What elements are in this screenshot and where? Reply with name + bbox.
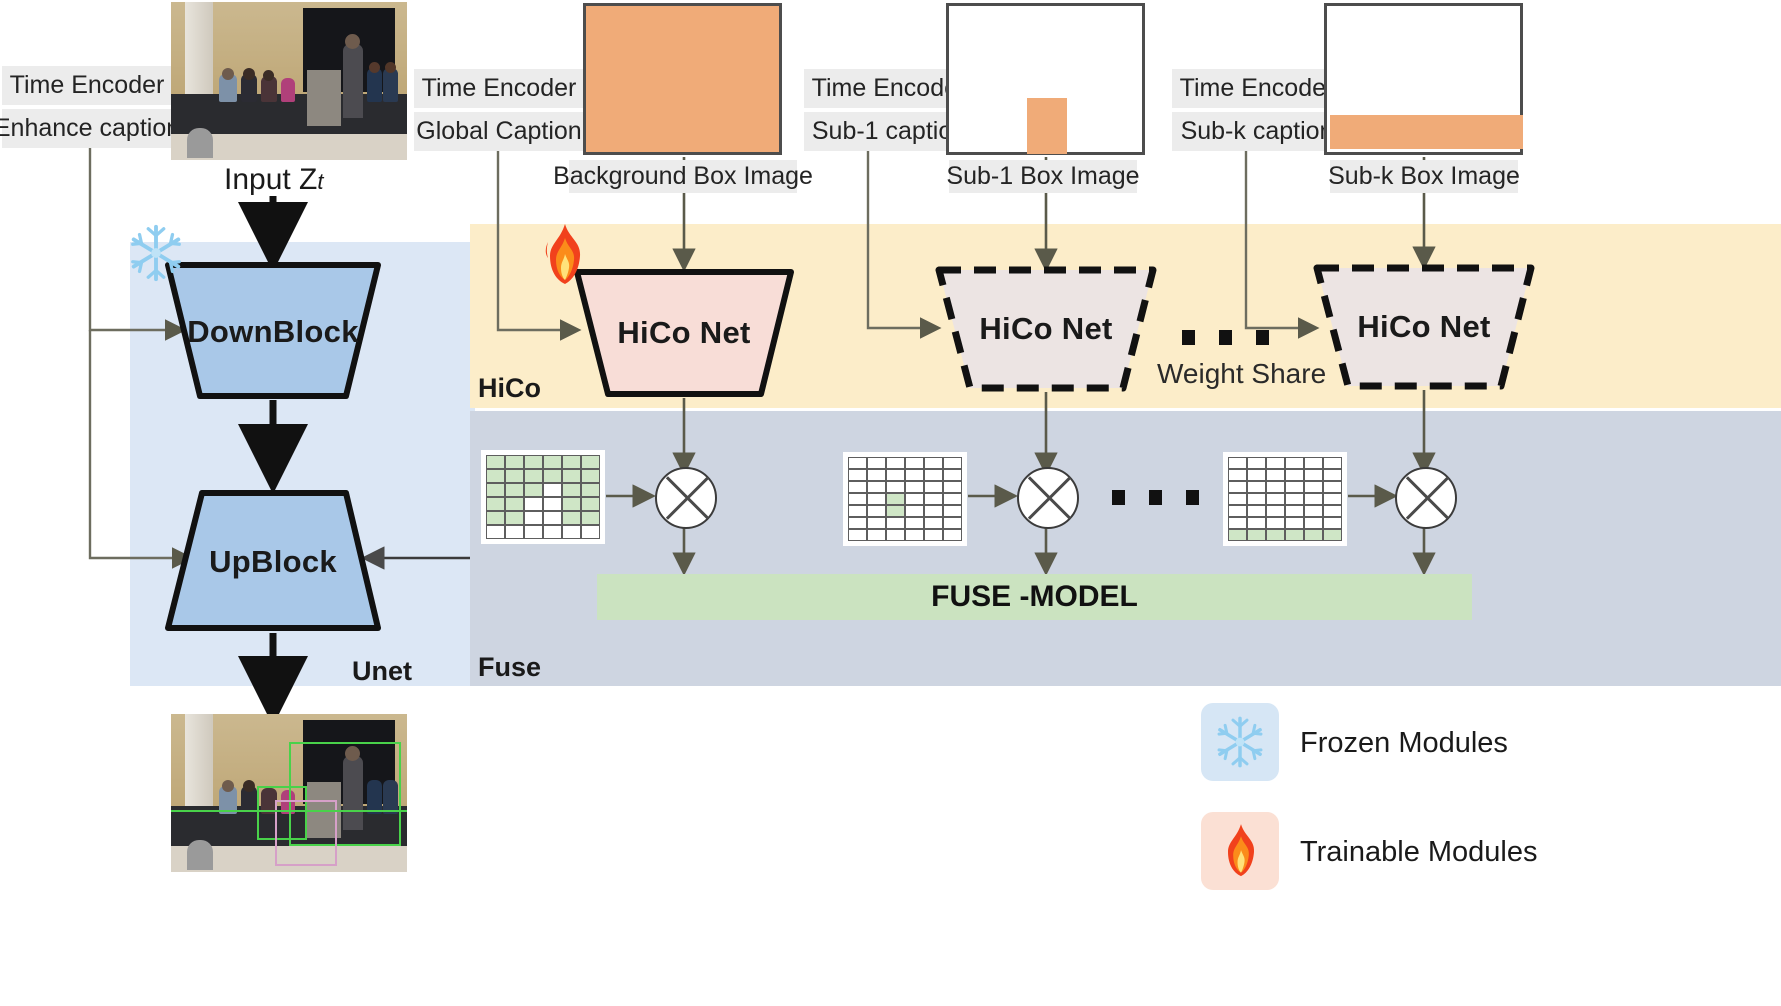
input-image-thumbnail (171, 2, 407, 160)
background-box-image-caption: Background Box Image (553, 160, 813, 193)
time-encoder-chip-enhance: Time Encoder (2, 66, 172, 105)
multiply-operator-subk (1395, 467, 1457, 529)
input-zt-label: Input Zt (224, 163, 324, 197)
sub1-box-image (946, 3, 1145, 155)
fuse-region-label: Fuse (478, 652, 542, 682)
enhance-caption-chip: Enhance caption (0, 109, 180, 148)
subk-caption-chip: Sub-k caption (1172, 112, 1342, 151)
upblock-node[interactable]: UpBlock (160, 490, 386, 634)
fire-icon (534, 222, 596, 288)
background-box-image (583, 3, 782, 155)
fuse-region (470, 411, 1781, 686)
upblock-label: UpBlock (209, 544, 337, 579)
background-mask-grid (481, 450, 605, 544)
sub1-mask-grid (843, 452, 967, 546)
subk-mask-grid (1223, 452, 1347, 546)
legend-frozen-label: Frozen Modules (1300, 727, 1508, 759)
hico-net-sub1[interactable]: HiCo Net (934, 266, 1158, 392)
legend-snowflake-icon (1212, 714, 1268, 770)
subk-box-image (1324, 3, 1523, 155)
multiply-operator-sub1 (1017, 467, 1079, 529)
sub1-box-image-caption: Sub-1 Box Image (946, 160, 1140, 193)
subk-box-image-caption: Sub-k Box Image (1328, 160, 1520, 193)
downblock-label: DownBlock (187, 314, 359, 349)
input-zt-subscript: t (317, 169, 324, 194)
hico-region-label: HiCo (478, 373, 541, 403)
hico-net-subk[interactable]: HiCo Net (1312, 264, 1536, 390)
fuse-ellipsis (1112, 490, 1199, 505)
legend-fire-icon (1215, 822, 1267, 880)
output-image-thumbnail (171, 714, 407, 872)
hico-ellipsis (1182, 330, 1269, 345)
weight-share-label: Weight Share (1157, 358, 1327, 389)
fuse-model-bar[interactable]: FUSE -MODEL (597, 574, 1472, 620)
legend-trainable-label: Trainable Modules (1300, 836, 1538, 868)
time-encoder-chip-subk: Time Encoder (1172, 69, 1342, 108)
unet-region-label: Unet (352, 656, 412, 686)
snowflake-icon (125, 222, 187, 284)
downblock-node[interactable]: DownBlock (160, 262, 386, 402)
time-encoder-chip-background: Time Encoder (414, 69, 584, 108)
multiply-operator-background (655, 467, 717, 529)
hico-net-background[interactable]: HiCo Net (572, 268, 796, 398)
input-zt-text: Input Z (224, 163, 318, 196)
hico-net-label: HiCo Net (979, 311, 1113, 346)
hico-net-label: HiCo Net (1357, 309, 1491, 344)
global-caption-chip: Global Caption (414, 112, 584, 151)
hico-net-label: HiCo Net (617, 315, 751, 350)
